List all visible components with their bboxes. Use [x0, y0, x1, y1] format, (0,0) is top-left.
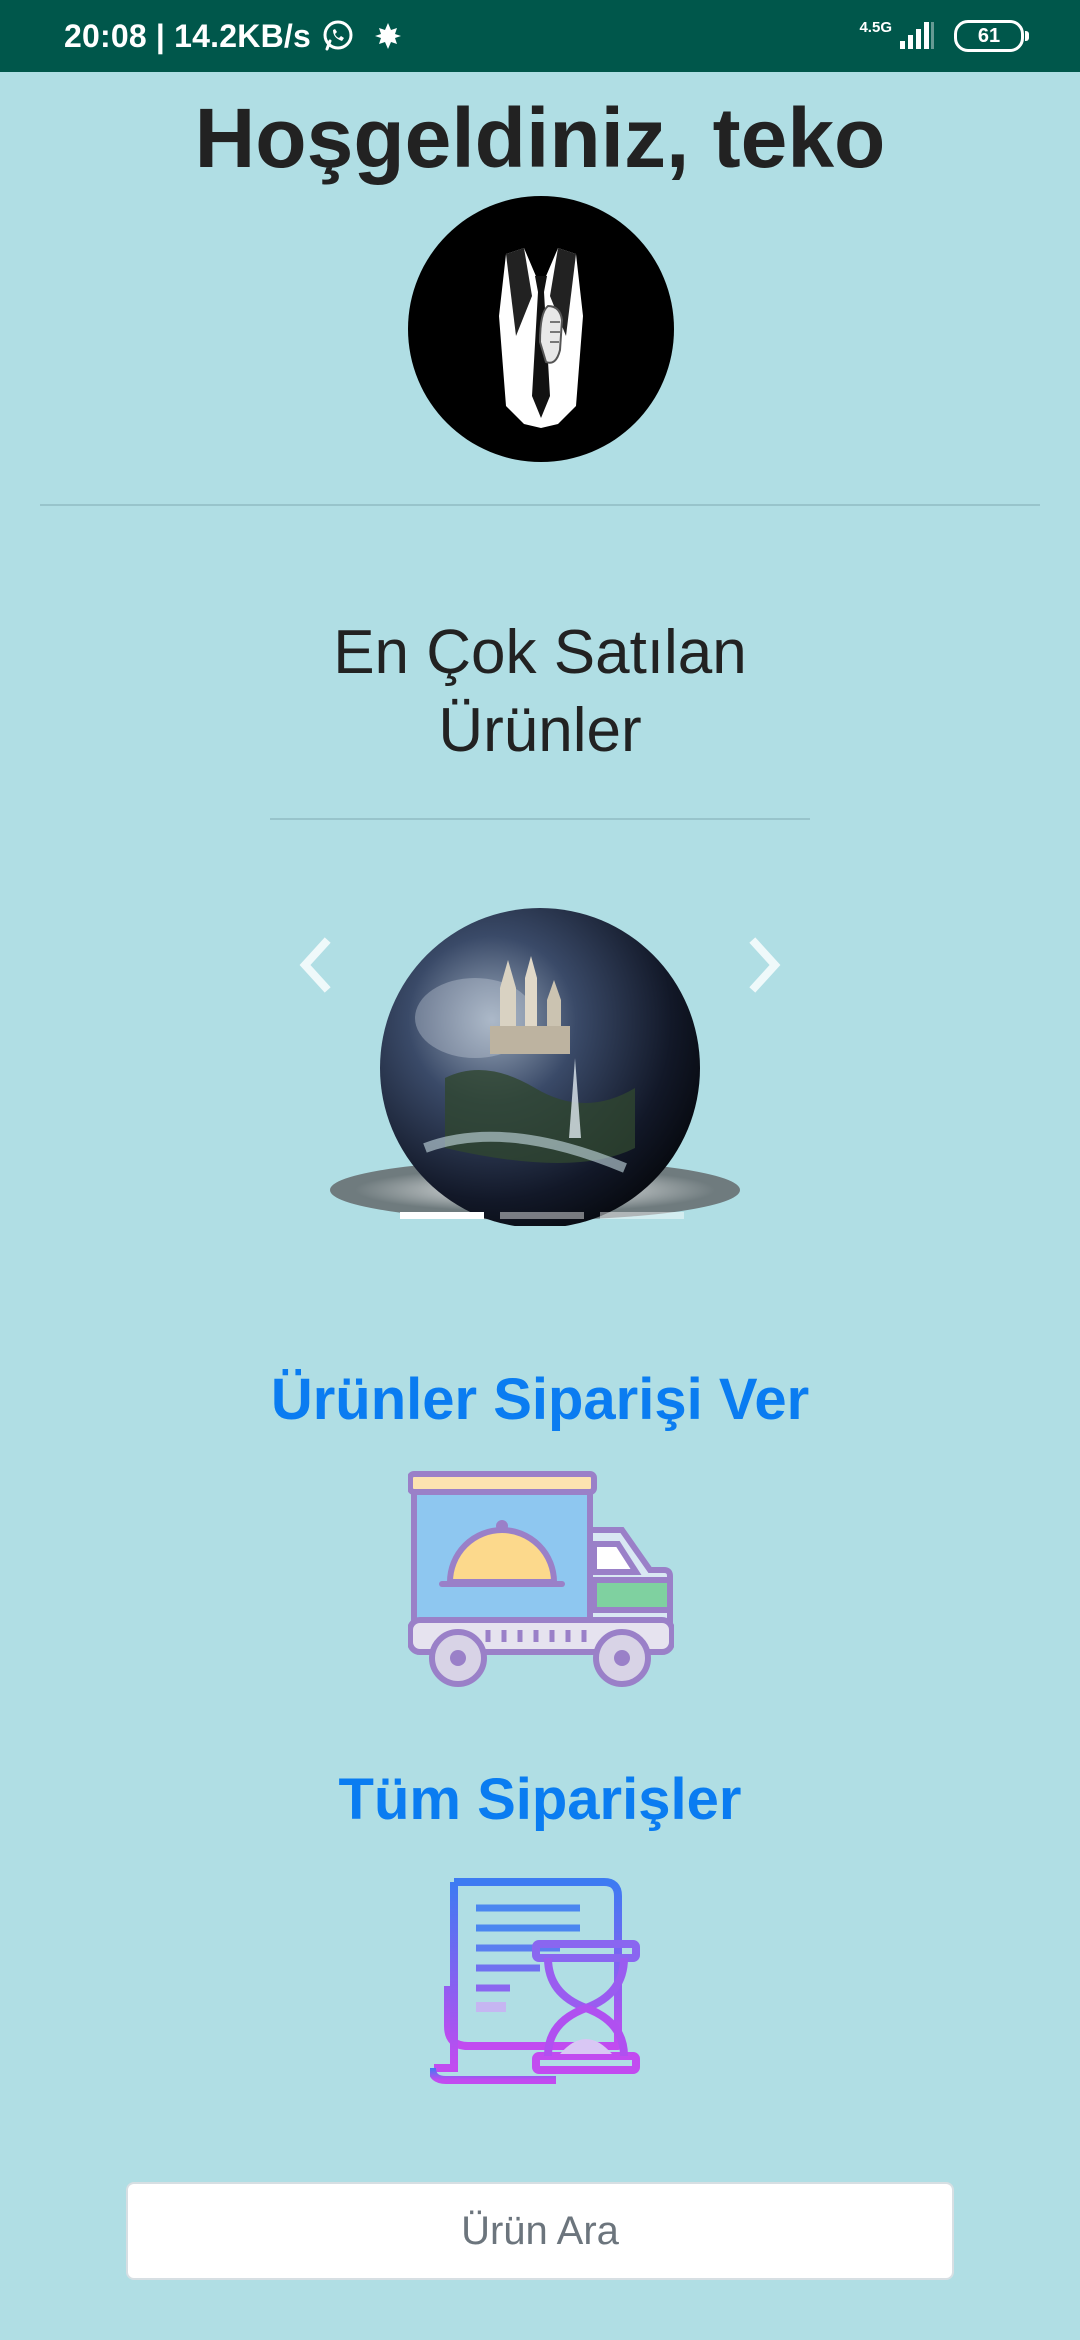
carousel-slide-image[interactable] — [325, 908, 755, 1228]
order-products-link[interactable]: Ürünler Siparişi Ver — [0, 1366, 1080, 1433]
food-truck-icon[interactable] — [407, 1470, 675, 1692]
carousel-indicators — [400, 1212, 684, 1219]
product-search-input[interactable] — [126, 2182, 954, 2280]
carousel-next-button[interactable] — [740, 930, 790, 1000]
whatsapp-icon — [321, 19, 355, 53]
chevron-left-icon — [299, 937, 331, 993]
carousel-indicator-2[interactable] — [500, 1212, 584, 1219]
battery-level: 61 — [977, 24, 1001, 47]
carousel-indicator-1[interactable] — [400, 1212, 484, 1219]
signal-icon — [896, 19, 936, 54]
chevron-right-icon — [749, 937, 781, 993]
status-time-speed: 20:08 | 14.2KB/s — [64, 17, 311, 54]
carousel-indicator-3[interactable] — [600, 1212, 684, 1219]
leaf-icon — [373, 21, 403, 51]
welcome-heading: Hoşgeldiniz, teko — [194, 91, 886, 185]
best-sellers-title: En Çok Satılan Ürünler — [333, 618, 747, 766]
status-left: 20:08 | 14.2KB/s — [64, 0, 403, 72]
network-type: 4.5G — [859, 18, 892, 36]
divider-best-sellers — [270, 818, 810, 820]
avatar — [408, 196, 674, 462]
all-orders-link[interactable]: Tüm Siparişler — [0, 1766, 1080, 1833]
order-history-icon[interactable] — [428, 1878, 652, 2084]
divider-top — [40, 504, 1040, 506]
status-right: 4.5G 61 — [859, 0, 1029, 72]
best-sellers-carousel[interactable] — [280, 900, 800, 1230]
carousel-prev-button[interactable] — [290, 930, 340, 1000]
battery-indicator: 61 — [954, 20, 1029, 52]
status-bar: 20:08 | 14.2KB/s 4.5G 61 — [0, 0, 1080, 72]
